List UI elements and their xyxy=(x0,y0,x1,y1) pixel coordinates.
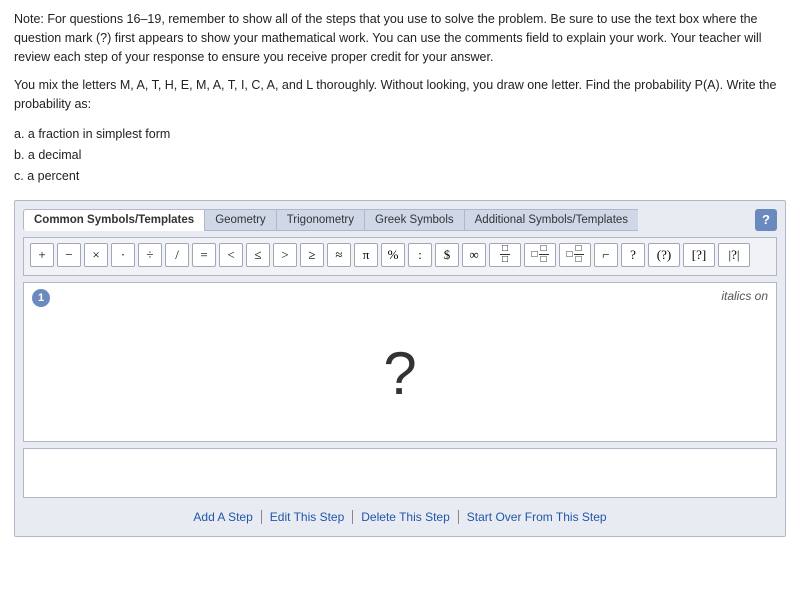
tabs-row: Common Symbols/Templates Geometry Trigon… xyxy=(23,209,777,231)
sym-dollar[interactable]: $ xyxy=(435,243,459,267)
sym-divide[interactable]: ÷ xyxy=(138,243,162,267)
help-button[interactable]: ? xyxy=(755,209,777,231)
sym-pi[interactable]: π xyxy=(354,243,378,267)
tab-greek-symbols[interactable]: Greek Symbols xyxy=(364,209,464,231)
tab-common-symbols[interactable]: Common Symbols/Templates xyxy=(23,209,204,231)
sym-times[interactable]: × xyxy=(84,243,108,267)
sym-infinity[interactable]: ∞ xyxy=(462,243,486,267)
tab-trigonometry[interactable]: Trigonometry xyxy=(276,209,364,231)
step-header: 1 italics on xyxy=(24,283,776,307)
subquestion-b: b. a decimal xyxy=(14,145,786,166)
italics-on-label: italics on xyxy=(721,289,768,303)
add-step-link[interactable]: Add A Step xyxy=(185,510,261,524)
sym-bracket-question[interactable]: [?] xyxy=(683,243,715,267)
tab-geometry[interactable]: Geometry xyxy=(204,209,276,231)
step-content[interactable]: ? xyxy=(24,307,776,441)
sym-bracket-template[interactable]: ⌐ xyxy=(594,243,618,267)
symbols-row2: □ □ □□□ □□□ ⌐ ? (?) [?] |?| xyxy=(489,243,750,267)
subquestions: a. a fraction in simplest form b. a deci… xyxy=(14,124,786,188)
subquestion-a: a. a fraction in simplest form xyxy=(14,124,786,145)
sym-question[interactable]: ? xyxy=(621,243,645,267)
edit-step-link[interactable]: Edit This Step xyxy=(262,510,353,524)
sym-lt[interactable]: < xyxy=(219,243,243,267)
delete-step-link[interactable]: Delete This Step xyxy=(353,510,459,524)
step-area: 1 italics on ? xyxy=(23,282,777,442)
symbols-row1: + − × · ÷ / = < ≤ > ≥ ≈ π % : $ ∞ xyxy=(30,243,486,267)
sym-minus[interactable]: − xyxy=(57,243,81,267)
sym-plus[interactable]: + xyxy=(30,243,54,267)
step-number: 1 xyxy=(32,289,50,307)
sym-approx[interactable]: ≈ xyxy=(327,243,351,267)
sym-leq[interactable]: ≤ xyxy=(246,243,270,267)
sym-dot[interactable]: · xyxy=(111,243,135,267)
sym-geq[interactable]: ≥ xyxy=(300,243,324,267)
sym-colon[interactable]: : xyxy=(408,243,432,267)
sym-abs-question[interactable]: |?| xyxy=(718,243,750,267)
sym-percent[interactable]: % xyxy=(381,243,405,267)
symbols-toolbar: + − × · ÷ / = < ≤ > ≥ ≈ π % : $ ∞ □ □ xyxy=(23,237,777,276)
tab-additional-symbols[interactable]: Additional Symbols/Templates xyxy=(464,209,638,231)
sym-slash[interactable]: / xyxy=(165,243,189,267)
editor-container: Common Symbols/Templates Geometry Trigon… xyxy=(14,200,786,537)
sym-root-template[interactable]: □□□ xyxy=(559,243,591,267)
start-over-link[interactable]: Start Over From This Step xyxy=(459,510,615,524)
sym-equals[interactable]: = xyxy=(192,243,216,267)
bottom-actions: Add A Step Edit This Step Delete This St… xyxy=(23,506,777,528)
sym-gt[interactable]: > xyxy=(273,243,297,267)
question-text: You mix the letters M, A, T, H, E, M, A,… xyxy=(14,76,786,114)
subquestion-c: c. a percent xyxy=(14,166,786,187)
note-text: Note: For questions 16–19, remember to s… xyxy=(14,10,786,66)
comments-box[interactable] xyxy=(23,448,777,498)
sym-paren-question[interactable]: (?) xyxy=(648,243,680,267)
sym-mixed-num-template[interactable]: □□□ xyxy=(524,243,556,267)
sym-frac-template[interactable]: □ □ xyxy=(489,243,521,267)
